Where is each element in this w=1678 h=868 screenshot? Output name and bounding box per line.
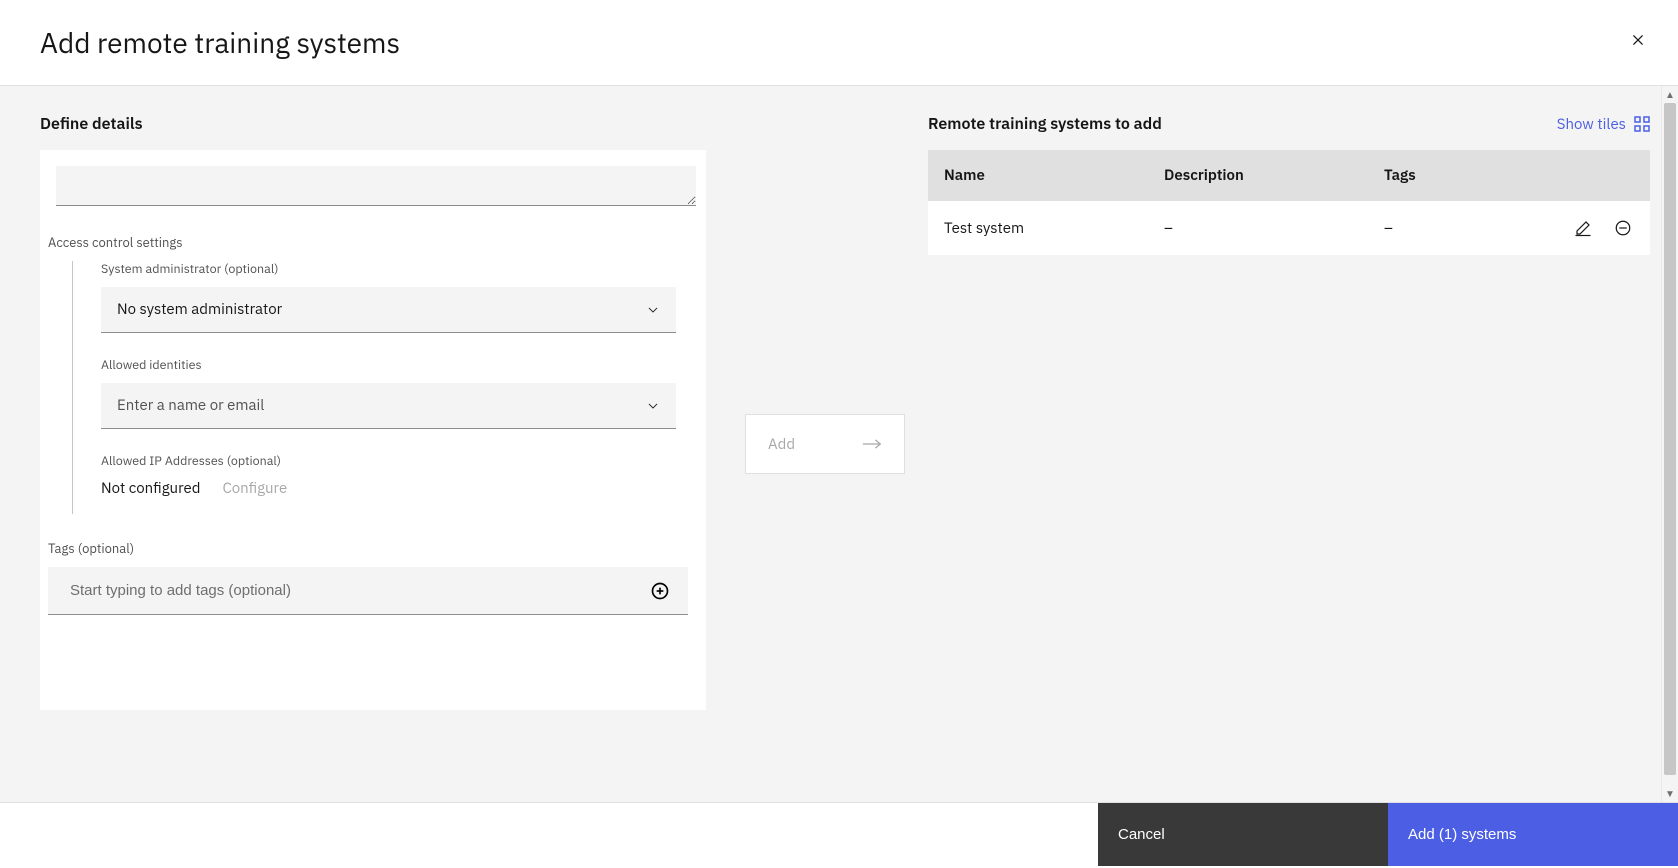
modal-footer: Cancel Add (1) systems	[0, 802, 1678, 866]
tags-label: Tags (optional)	[48, 540, 690, 557]
add-systems-button[interactable]: Add (1) systems	[1388, 803, 1678, 866]
col-description: Description	[1164, 166, 1384, 185]
edit-icon	[1574, 219, 1592, 237]
ip-status-row: Not configured Configure	[101, 479, 690, 498]
add-tag-button[interactable]	[646, 577, 674, 605]
scroll-thumb[interactable]	[1664, 103, 1676, 775]
access-control-subsection: System administrator (optional) No syste…	[72, 261, 690, 514]
identities-dropdown[interactable]: Enter a name or email	[101, 383, 676, 429]
cell-actions	[1534, 217, 1634, 239]
cell-description: –	[1164, 219, 1384, 238]
sys-admin-value: No system administrator	[117, 300, 282, 319]
col-name: Name	[944, 166, 1164, 185]
scroll-down-arrow-icon: ▼	[1662, 785, 1678, 802]
modal-root: Add remote training systems Define detai…	[0, 0, 1678, 868]
identities-placeholder: Enter a name or email	[117, 396, 264, 415]
define-details-panel: Define details Access control settings S…	[0, 86, 730, 802]
tags-input-wrapper	[48, 567, 688, 615]
systems-to-add-panel: Remote training systems to add Show tile…	[920, 86, 1678, 802]
minus-circle-icon	[1614, 219, 1632, 237]
access-control-label: Access control settings	[48, 234, 690, 251]
show-tiles-label: Show tiles	[1557, 115, 1626, 134]
close-button[interactable]	[1622, 24, 1654, 56]
systems-table: Name Description Tags Test system – –	[928, 150, 1650, 255]
scroll-up-arrow-icon: ▲	[1662, 86, 1678, 103]
cell-name: Test system	[944, 219, 1164, 238]
arrow-right-icon	[862, 438, 882, 450]
sys-admin-label: System administrator (optional)	[101, 261, 690, 277]
modal-title: Add remote training systems	[40, 24, 400, 61]
table-row: Test system – –	[928, 201, 1650, 255]
define-details-scroll[interactable]: Access control settings System administr…	[40, 150, 706, 710]
close-icon	[1628, 30, 1648, 50]
systems-table-head: Name Description Tags	[928, 150, 1650, 201]
grid-icon	[1634, 116, 1650, 132]
chevron-down-icon	[646, 303, 660, 317]
show-tiles-toggle[interactable]: Show tiles	[1557, 115, 1650, 134]
chevron-down-icon	[646, 399, 660, 413]
description-textarea[interactable]	[56, 166, 696, 206]
col-tags: Tags	[1384, 166, 1534, 185]
center-column: Add	[730, 86, 920, 802]
add-to-list-label: Add	[768, 435, 795, 454]
tags-input[interactable]	[68, 581, 646, 600]
cell-tags: –	[1384, 219, 1534, 238]
systems-panel-heading: Remote training systems to add	[928, 114, 1162, 134]
outer-scrollbar[interactable]: ▲ ▼	[1661, 86, 1678, 802]
plus-circle-icon	[650, 581, 670, 601]
cancel-button[interactable]: Cancel	[1098, 803, 1388, 866]
col-actions	[1534, 166, 1634, 185]
remove-row-button[interactable]	[1612, 217, 1634, 239]
modal-body: Define details Access control settings S…	[0, 86, 1678, 802]
edit-row-button[interactable]	[1572, 217, 1594, 239]
sys-admin-dropdown[interactable]: No system administrator	[101, 287, 676, 333]
systems-panel-header: Remote training systems to add Show tile…	[928, 114, 1650, 134]
modal-header: Add remote training systems	[0, 0, 1678, 86]
add-to-list-button[interactable]: Add	[745, 414, 905, 474]
ip-status-text: Not configured	[101, 479, 200, 498]
identities-label: Allowed identities	[101, 357, 690, 373]
ip-configure-link[interactable]: Configure	[222, 479, 287, 498]
ip-label: Allowed IP Addresses (optional)	[101, 453, 690, 469]
define-details-heading: Define details	[40, 114, 706, 134]
